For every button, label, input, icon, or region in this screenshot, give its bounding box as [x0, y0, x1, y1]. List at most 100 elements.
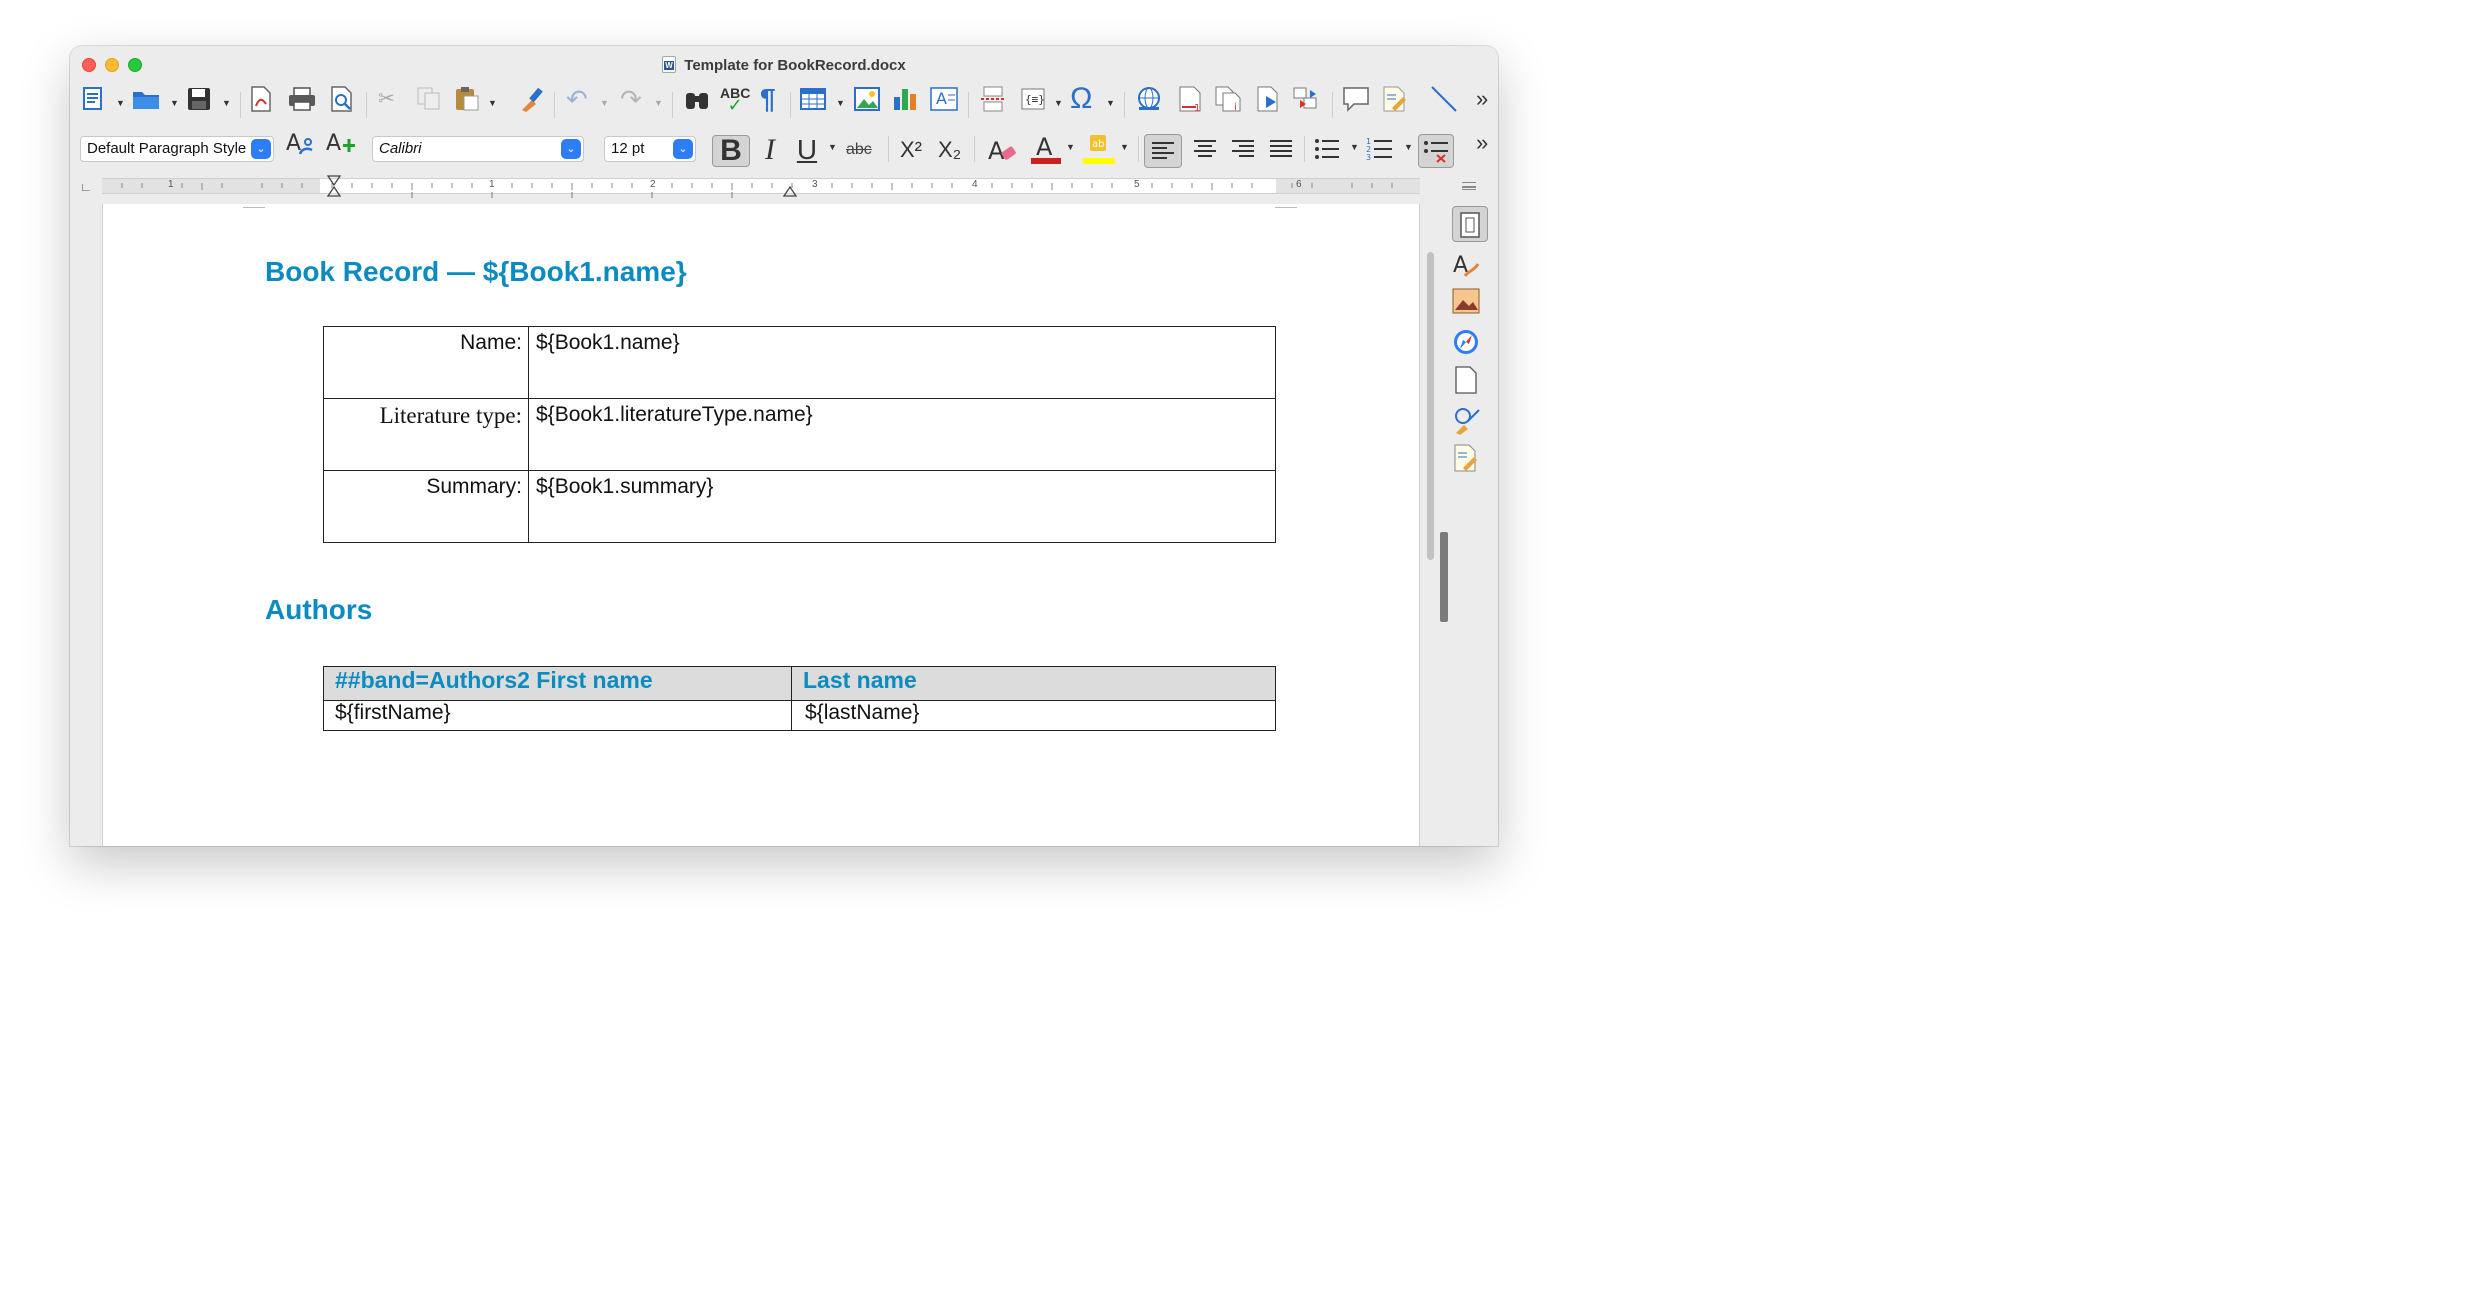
literature-type-value[interactable]: ${Book1.literatureType.name} [528, 398, 1276, 471]
track-changes-icon[interactable] [1382, 84, 1408, 114]
ordered-list-icon[interactable]: 123 [1366, 134, 1394, 164]
copy-icon[interactable] [416, 84, 442, 114]
unordered-list-dropdown-icon[interactable]: ▼ [1350, 142, 1359, 152]
name-label[interactable]: Name: [323, 326, 529, 399]
spelling-icon[interactable]: ABC ✓ [720, 84, 750, 114]
insert-page-break-icon[interactable] [980, 84, 1006, 114]
tab-stop-type-icon[interactable]: ∟ [80, 180, 92, 194]
toolbar1-overflow-icon[interactable]: » [1476, 84, 1488, 114]
chevron-down-icon[interactable]: ⌄ [251, 139, 271, 159]
print-preview-icon[interactable] [330, 84, 354, 114]
field-dropdown-icon[interactable]: ▼ [1054, 98, 1063, 108]
export-pdf-icon[interactable] [250, 84, 272, 114]
save-dropdown-icon[interactable]: ▼ [222, 98, 231, 108]
page-corner-mark [1275, 204, 1297, 208]
clear-formatting-icon[interactable]: A [986, 135, 1018, 165]
new-style-icon[interactable]: A [324, 128, 356, 158]
redo-icon[interactable]: ↷ [620, 84, 642, 114]
special-character-icon[interactable]: Ω [1070, 84, 1092, 114]
justify-button[interactable] [1266, 134, 1296, 164]
table-dropdown-icon[interactable]: ▼ [836, 98, 845, 108]
open-folder-icon[interactable] [132, 84, 160, 114]
underline-button[interactable]: U [794, 135, 820, 165]
document-page[interactable]: Book Record — ${Book1.name} Name: ${Book… [102, 204, 1420, 846]
align-left-button[interactable] [1144, 134, 1182, 168]
special-character-dropdown-icon[interactable]: ▼ [1106, 98, 1115, 108]
insert-endnote-icon[interactable]: i [1214, 84, 1242, 114]
sidebar-collapse-handle[interactable] [1440, 532, 1448, 622]
align-right-button[interactable] [1228, 134, 1258, 164]
unordered-list-icon[interactable] [1314, 134, 1340, 164]
first-name-header[interactable]: ##band=Authors2 First name [323, 666, 792, 701]
font-color-dropdown-icon[interactable]: ▼ [1066, 142, 1075, 152]
insert-table-icon[interactable] [800, 84, 826, 114]
update-style-icon[interactable]: A [284, 128, 316, 158]
italic-button[interactable]: I [758, 135, 782, 165]
table-row: Summary: ${Book1.summary} [323, 470, 1276, 543]
align-center-button[interactable] [1190, 134, 1220, 164]
manage-changes-icon[interactable] [1450, 444, 1482, 476]
paste-dropdown-icon[interactable]: ▼ [488, 98, 497, 108]
svg-text:A: A [286, 131, 301, 156]
chevron-down-icon[interactable]: ⌄ [673, 139, 693, 159]
insert-textbox-icon[interactable]: A [930, 84, 958, 114]
clone-formatting-icon[interactable] [518, 84, 544, 114]
gallery-icon[interactable] [1450, 288, 1482, 320]
open-dropdown-icon[interactable]: ▼ [170, 98, 179, 108]
insert-chart-icon[interactable] [892, 84, 918, 114]
highlight-dropdown-icon[interactable]: ▼ [1120, 142, 1129, 152]
properties-icon[interactable] [1452, 206, 1488, 242]
summary-label[interactable]: Summary: [323, 470, 529, 543]
superscript-button[interactable]: X² [900, 135, 922, 165]
insert-hyperlink-icon[interactable] [1136, 84, 1162, 114]
paste-icon[interactable] [454, 84, 480, 114]
styles-icon[interactable]: A [1450, 250, 1482, 282]
subscript-button[interactable]: X₂ [938, 135, 961, 165]
standard-toolbar: ▼ ▼ ▼ ✂ ▼ ↶ ▼ ↷ ▼ ABC✓ ¶ ▼ A {≡} ▼ Ω ▼ [70, 84, 1498, 128]
font-color-icon[interactable]: A [1030, 133, 1062, 164]
navigator-icon[interactable] [1450, 328, 1482, 360]
summary-value[interactable]: ${Book1.summary} [528, 470, 1276, 543]
insert-bookmark-icon[interactable] [1292, 84, 1318, 114]
book-record-heading[interactable]: Book Record — ${Book1.name} [265, 256, 687, 288]
formatting-marks-icon[interactable]: ¶ [760, 84, 776, 114]
underline-dropdown-icon[interactable]: ▼ [828, 142, 837, 152]
new-document-icon[interactable] [82, 84, 104, 114]
strikethrough-button[interactable]: abc [846, 135, 872, 165]
undo-icon[interactable]: ↶ [566, 84, 588, 114]
vertical-scrollbar[interactable] [1424, 204, 1436, 846]
insert-cross-reference-icon[interactable] [1256, 84, 1282, 114]
ordered-list-dropdown-icon[interactable]: ▼ [1404, 142, 1413, 152]
font-name-combo[interactable]: Calibri ⌄ [372, 136, 584, 162]
literature-type-label[interactable]: Literature type: [323, 398, 529, 471]
insert-image-icon[interactable] [854, 84, 880, 114]
last-name-cell[interactable]: ${lastName} [791, 700, 1276, 731]
insert-line-icon[interactable] [1430, 84, 1458, 114]
insert-footnote-icon[interactable]: 1 [1178, 84, 1204, 114]
style-inspector-icon[interactable] [1450, 406, 1482, 438]
name-value[interactable]: ${Book1.name} [528, 326, 1276, 399]
cut-icon[interactable]: ✂ [378, 84, 395, 114]
print-icon[interactable] [288, 84, 316, 114]
last-name-header[interactable]: Last name [791, 666, 1276, 701]
bold-button[interactable]: B [712, 135, 750, 167]
save-icon[interactable] [187, 84, 211, 114]
insert-field-icon[interactable]: {≡} [1020, 84, 1046, 114]
page-icon[interactable] [1450, 366, 1482, 398]
new-dropdown-icon[interactable]: ▼ [116, 98, 125, 108]
table-row: Literature type: ${Book1.literatureType.… [323, 398, 1276, 471]
chevron-down-icon[interactable]: ⌄ [561, 139, 581, 159]
paragraph-style-combo[interactable]: Default Paragraph Style ⌄ [80, 136, 274, 162]
toolbar2-overflow-icon[interactable]: » [1476, 128, 1488, 158]
insert-comment-icon[interactable] [1342, 84, 1370, 114]
authors-heading[interactable]: Authors [265, 594, 372, 626]
scrollbar-thumb[interactable] [1427, 252, 1434, 560]
first-name-cell[interactable]: ${firstName} [323, 700, 792, 731]
find-replace-icon[interactable] [684, 84, 710, 114]
undo-dropdown-icon[interactable]: ▼ [600, 98, 609, 108]
font-size-combo[interactable]: 12 pt ⌄ [604, 136, 696, 162]
redo-dropdown-icon[interactable]: ▼ [654, 98, 663, 108]
horizontal-ruler[interactable]: ∟ 1 1 2 3 4 5 6 [80, 174, 1420, 200]
highlight-color-icon[interactable]: ab [1082, 134, 1116, 164]
no-list-button[interactable] [1418, 134, 1454, 168]
